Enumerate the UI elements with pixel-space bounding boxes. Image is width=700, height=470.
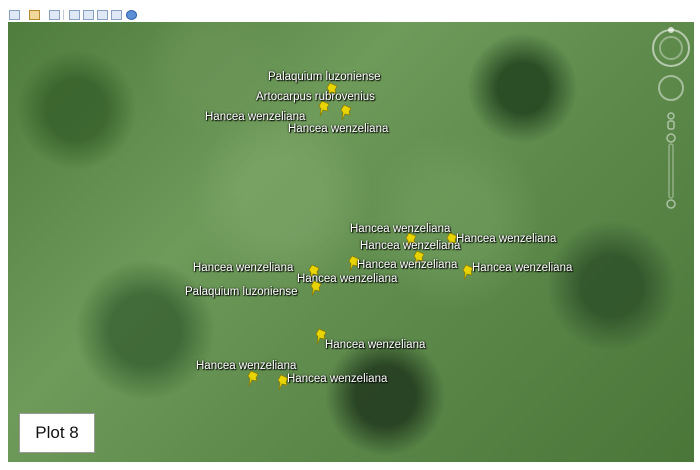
email-icon[interactable] xyxy=(69,10,80,20)
navigation-controls[interactable] xyxy=(651,24,691,214)
pushpin-icon[interactable] xyxy=(310,280,324,298)
satellite-map[interactable]: Palaquium luzoniense Artocarpus rubroven… xyxy=(8,22,694,462)
zoom-out-icon xyxy=(666,199,676,209)
save-image-icon[interactable] xyxy=(97,10,108,20)
placemark-label[interactable]: Hancea wenzeliana xyxy=(193,262,293,274)
placemark-label[interactable]: Hancea wenzeliana xyxy=(325,339,425,351)
placemark-label[interactable]: Hancea wenzeliana xyxy=(288,123,388,135)
look-control-icon xyxy=(652,29,690,67)
earth-icon[interactable] xyxy=(126,10,137,20)
placemark-label[interactable]: Hancea wenzeliana xyxy=(350,223,450,235)
zoom-in-icon xyxy=(666,133,676,143)
placemark-label[interactable]: Hancea wenzeliana xyxy=(456,233,556,245)
toolbar xyxy=(0,0,700,22)
placemark-label[interactable]: Hancea wenzeliana xyxy=(196,360,296,372)
pushpin-icon[interactable] xyxy=(340,104,354,122)
placemark-label[interactable]: Hancea wenzeliana xyxy=(287,373,387,385)
plot-label: Plot 8 xyxy=(19,413,95,453)
add-polygon-icon[interactable] xyxy=(49,10,60,20)
ruler-icon[interactable] xyxy=(111,10,122,20)
placemark-label[interactable]: Palaquium luzoniense xyxy=(268,71,381,83)
print-icon[interactable] xyxy=(83,10,94,20)
placemark-label[interactable]: Artocarpus rubrovenius xyxy=(256,91,375,103)
street-view-icon xyxy=(667,112,675,120)
placemark-label[interactable]: Hancea wenzeliana xyxy=(357,259,457,271)
placemark-label[interactable]: Hancea wenzeliana xyxy=(205,111,305,123)
placemark-label[interactable]: Hancea wenzeliana xyxy=(472,262,572,274)
move-control-icon xyxy=(658,75,684,101)
placemark-label[interactable]: Palaquium luzoniense xyxy=(185,286,298,298)
add-placemark-icon[interactable] xyxy=(29,10,40,20)
hide-sidebar-icon[interactable] xyxy=(9,10,20,20)
north-indicator-icon xyxy=(668,27,674,33)
zoom-slider xyxy=(668,143,674,199)
pushpin-icon[interactable] xyxy=(247,370,261,388)
placemark-label[interactable]: Hancea wenzeliana xyxy=(360,240,460,252)
